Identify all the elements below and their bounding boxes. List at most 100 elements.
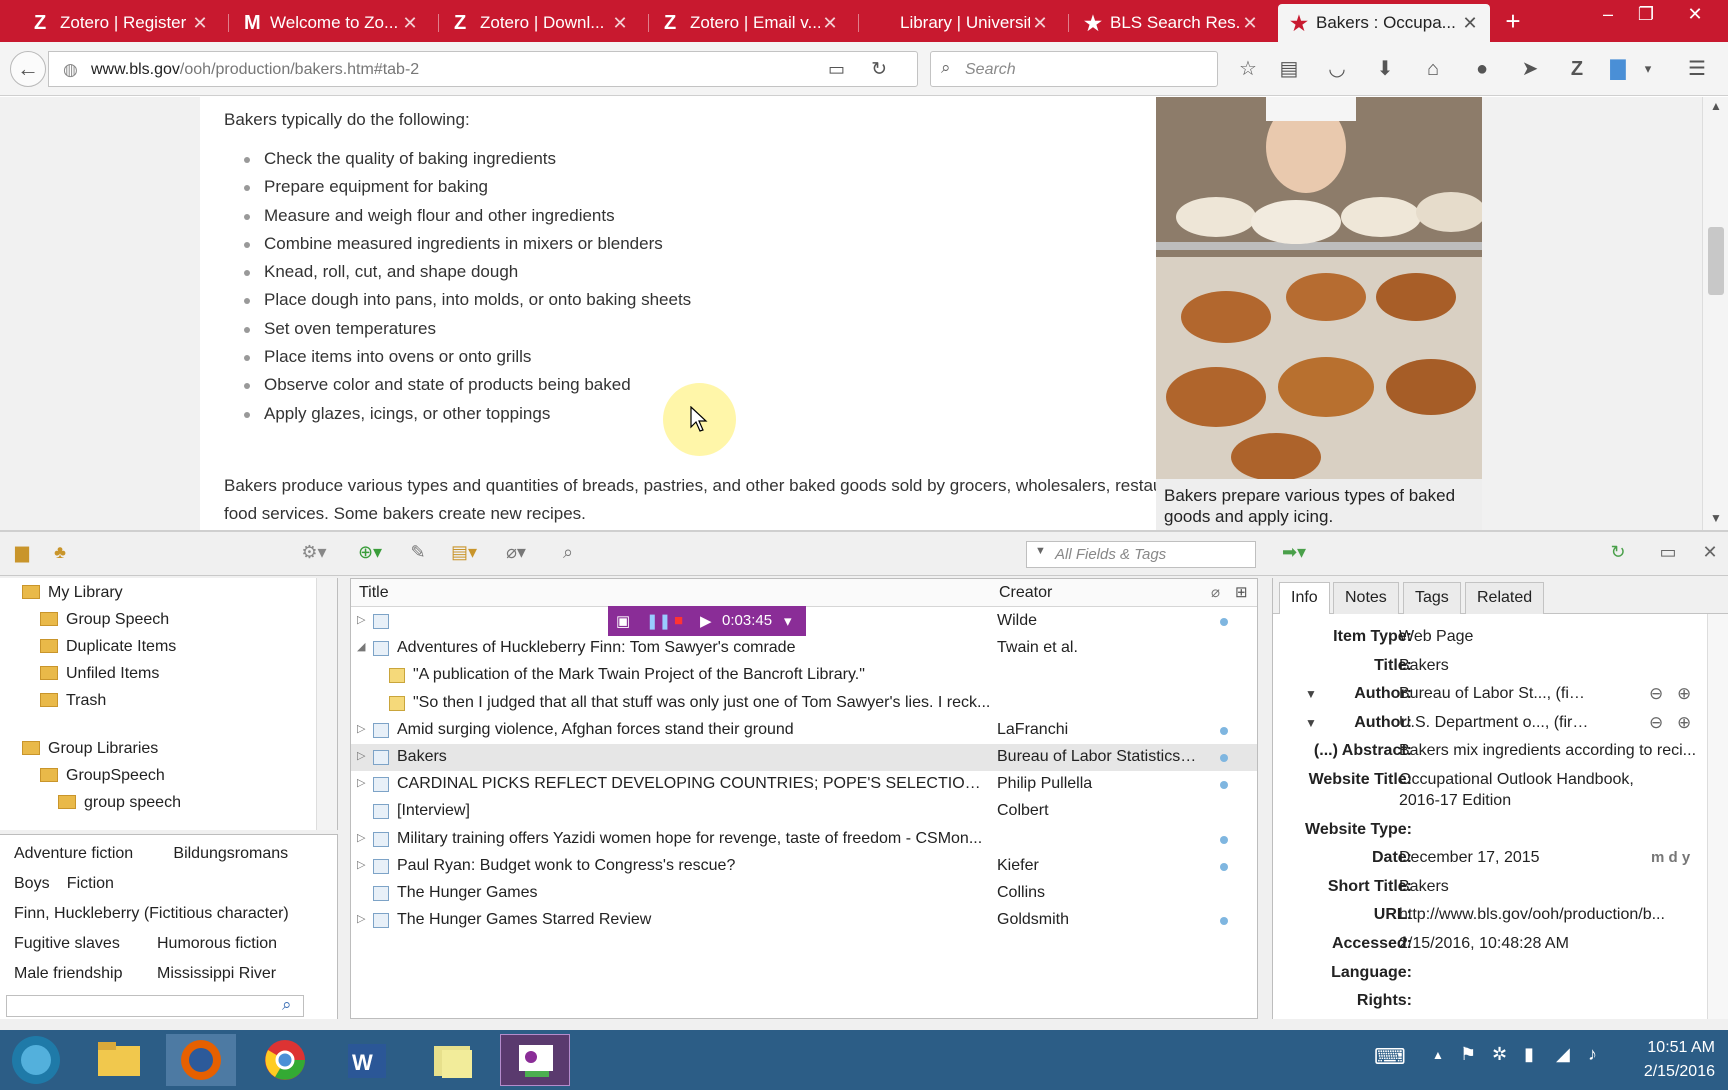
attachment-dot-icon[interactable] bbox=[1220, 781, 1228, 790]
close-tab-icon[interactable]: ✕ bbox=[610, 13, 630, 34]
tag-item[interactable]: Adventure fiction bbox=[14, 845, 133, 863]
item-row[interactable]: ▷ Paul Ryan: Budget wonk to Congress's re… bbox=[351, 853, 1257, 880]
stop-icon[interactable]: ■ bbox=[674, 612, 683, 629]
search-input[interactable]: ⌕ Search bbox=[930, 51, 1218, 87]
reader-view-icon[interactable]: ▭ bbox=[828, 59, 845, 80]
close-window-icon[interactable]: ✕ bbox=[1672, 0, 1718, 30]
scroll-up-icon[interactable]: ▲ bbox=[1710, 99, 1722, 113]
remove-author-icon[interactable]: ⊖ bbox=[1649, 684, 1663, 704]
browser-tab[interactable]: Z Zotero | Email v... ✕ bbox=[652, 4, 850, 42]
field-value[interactable]: U.S. Department o..., (first) bbox=[1399, 714, 1589, 732]
item-row[interactable]: ▷ Military training offers Yazidi women h… bbox=[351, 826, 1257, 853]
pocket-icon[interactable]: ◡ bbox=[1323, 55, 1351, 83]
item-row[interactable]: [Interview] Colbert bbox=[351, 798, 1257, 825]
search-mode-icon[interactable]: ▼ bbox=[1035, 545, 1046, 557]
collection-item[interactable]: Unfiled Items bbox=[26, 665, 159, 683]
browser-tab[interactable]: ★ BLS Search Res... ✕ bbox=[1072, 4, 1270, 42]
sync-tray-icon[interactable]: ✲ bbox=[1492, 1044, 1507, 1065]
signal-icon[interactable]: ◢ bbox=[1556, 1044, 1570, 1065]
tag-item[interactable]: Humorous fiction bbox=[157, 935, 277, 953]
attachment-column-icon[interactable]: ⌀ bbox=[1211, 583, 1220, 601]
item-row[interactable]: ▷ The Hunger Games Starred Review Goldsmit… bbox=[351, 907, 1257, 934]
keyboard-icon[interactable]: ⌨ bbox=[1374, 1044, 1406, 1070]
browser-tab[interactable]: Z Zotero | Downl... ✕ bbox=[442, 4, 640, 42]
browser-tab[interactable]: ★ Bakers : Occupa... ✕ bbox=[1278, 4, 1490, 42]
browser-tab[interactable]: Z Zotero | Register ✕ bbox=[22, 4, 220, 42]
collection-item[interactable]: Trash bbox=[26, 692, 106, 710]
home-icon[interactable]: ⌂ bbox=[1419, 55, 1447, 83]
recorder-menu-icon[interactable]: ▾ bbox=[784, 612, 792, 630]
new-group-icon[interactable]: ♣ bbox=[48, 542, 72, 566]
close-tab-icon[interactable]: ✕ bbox=[1030, 13, 1050, 34]
close-tab-icon[interactable]: ✕ bbox=[190, 13, 210, 34]
collection-item[interactable]: Group Libraries bbox=[8, 740, 158, 758]
remove-author-icon[interactable]: ⊖ bbox=[1649, 713, 1663, 733]
field-value[interactable]: Bakers mix ingredients according to reci… bbox=[1399, 742, 1699, 760]
expand-twisty-icon[interactable]: ▷ bbox=[357, 613, 365, 626]
browser-tab[interactable]: M Welcome to Zo... ✕ bbox=[232, 4, 430, 42]
sync-icon[interactable]: ↻ bbox=[1606, 542, 1630, 566]
attachment-dot-icon[interactable] bbox=[1220, 754, 1228, 762]
zotero-icon[interactable]: Z bbox=[1563, 55, 1591, 83]
advanced-search-icon[interactable]: ⌕ bbox=[556, 542, 580, 566]
tag-filter-input[interactable] bbox=[6, 995, 304, 1017]
field-value[interactable]: Occupational Outlook Handbook, bbox=[1399, 771, 1699, 789]
close-zotero-icon[interactable]: ✕ bbox=[1698, 542, 1722, 566]
tag-item[interactable]: Mississippi River bbox=[157, 965, 276, 983]
new-collection-icon[interactable]: ▆ bbox=[10, 542, 34, 566]
info-tab[interactable]: Related bbox=[1465, 582, 1545, 614]
send-icon[interactable]: ➤ bbox=[1516, 55, 1544, 83]
field-value[interactable]: Bureau of Labor St..., (first) bbox=[1399, 685, 1589, 703]
item-row[interactable]: ▷ CARDINAL PICKS REFLECT DEVELOPING COUNT… bbox=[351, 771, 1257, 798]
author-type-icon[interactable]: ▼ bbox=[1305, 716, 1317, 730]
info-scrollbar[interactable] bbox=[1707, 614, 1728, 1019]
restore-icon[interactable]: ❐ bbox=[1626, 0, 1666, 30]
attachment-icon[interactable]: ⌀▾ bbox=[498, 542, 534, 566]
close-tab-icon[interactable]: ✕ bbox=[1240, 13, 1260, 34]
page-scrollbar-thumb[interactable] bbox=[1708, 227, 1724, 295]
item-row[interactable]: The Hunger Games Collins bbox=[351, 880, 1257, 907]
chrome-icon[interactable] bbox=[250, 1034, 320, 1086]
item-row[interactable]: ▷ Bakers Bureau of Labor Statistics a... bbox=[351, 744, 1257, 771]
field-value[interactable]: 2/15/2016, 10:48:28 AM bbox=[1399, 935, 1699, 953]
tag-item[interactable]: Bildungsromans bbox=[173, 845, 288, 863]
recorder-camera-icon[interactable]: ▣ bbox=[616, 612, 630, 630]
collection-item[interactable]: GroupSpeech bbox=[26, 767, 165, 785]
expand-twisty-icon[interactable]: ▷ bbox=[357, 722, 365, 735]
new-item-icon[interactable]: ⊕▾ bbox=[352, 542, 388, 566]
tray-expand-icon[interactable]: ▲ bbox=[1432, 1048, 1444, 1062]
start-button[interactable] bbox=[2, 1034, 72, 1086]
attachment-dot-icon[interactable] bbox=[1220, 862, 1228, 871]
item-row[interactable]: ◢ Adventures of Huckleberry Finn: Tom Saw… bbox=[351, 635, 1257, 662]
field-value[interactable]: Bakers bbox=[1399, 878, 1699, 896]
collections-scrollbar[interactable] bbox=[316, 578, 337, 830]
chevron-down-icon[interactable]: ▾ bbox=[1634, 55, 1662, 83]
browser-tab[interactable]: Library | University ...✕ bbox=[862, 4, 1060, 42]
back-button[interactable]: ← bbox=[10, 51, 46, 87]
reload-icon[interactable]: ↻ bbox=[871, 58, 887, 81]
tag-item[interactable]: Fiction bbox=[67, 875, 114, 893]
sticky-notes-icon[interactable] bbox=[416, 1034, 486, 1086]
bookmark-star-icon[interactable]: ☆ bbox=[1234, 55, 1262, 83]
flag-icon[interactable]: ⚑ bbox=[1460, 1044, 1476, 1065]
pause-icon[interactable]: ❚❚ bbox=[646, 612, 671, 630]
collection-item[interactable]: Group Speech bbox=[26, 611, 169, 629]
info-tab[interactable]: Tags bbox=[1403, 582, 1461, 614]
expand-twisty-icon[interactable]: ▷ bbox=[357, 749, 365, 762]
clock[interactable]: 10:51 AM 2/15/2016 bbox=[1615, 1036, 1715, 1084]
collection-item[interactable]: Duplicate Items bbox=[26, 638, 176, 656]
attachment-dot-icon[interactable] bbox=[1220, 618, 1228, 626]
item-row[interactable]: "So then I judged that all that stuff wa… bbox=[351, 690, 1257, 717]
recorder-app-icon[interactable] bbox=[500, 1034, 570, 1086]
close-tab-icon[interactable]: ✕ bbox=[400, 13, 420, 34]
zotero-search-input[interactable]: ▼ All Fields & Tags bbox=[1026, 541, 1256, 568]
creator-column-header[interactable]: Creator bbox=[999, 584, 1052, 602]
tag-item[interactable]: Male friendship bbox=[14, 965, 123, 983]
volume-icon[interactable]: ♪ bbox=[1588, 1044, 1597, 1065]
tag-item[interactable]: Fugitive slaves bbox=[14, 935, 120, 953]
expand-twisty-icon[interactable]: ▷ bbox=[357, 831, 365, 844]
attachment-dot-icon[interactable] bbox=[1220, 835, 1228, 844]
expand-twisty-icon[interactable]: ▷ bbox=[357, 912, 365, 925]
download-icon[interactable]: ⬇ bbox=[1371, 55, 1399, 83]
minimize-icon[interactable]: – bbox=[1588, 0, 1628, 30]
